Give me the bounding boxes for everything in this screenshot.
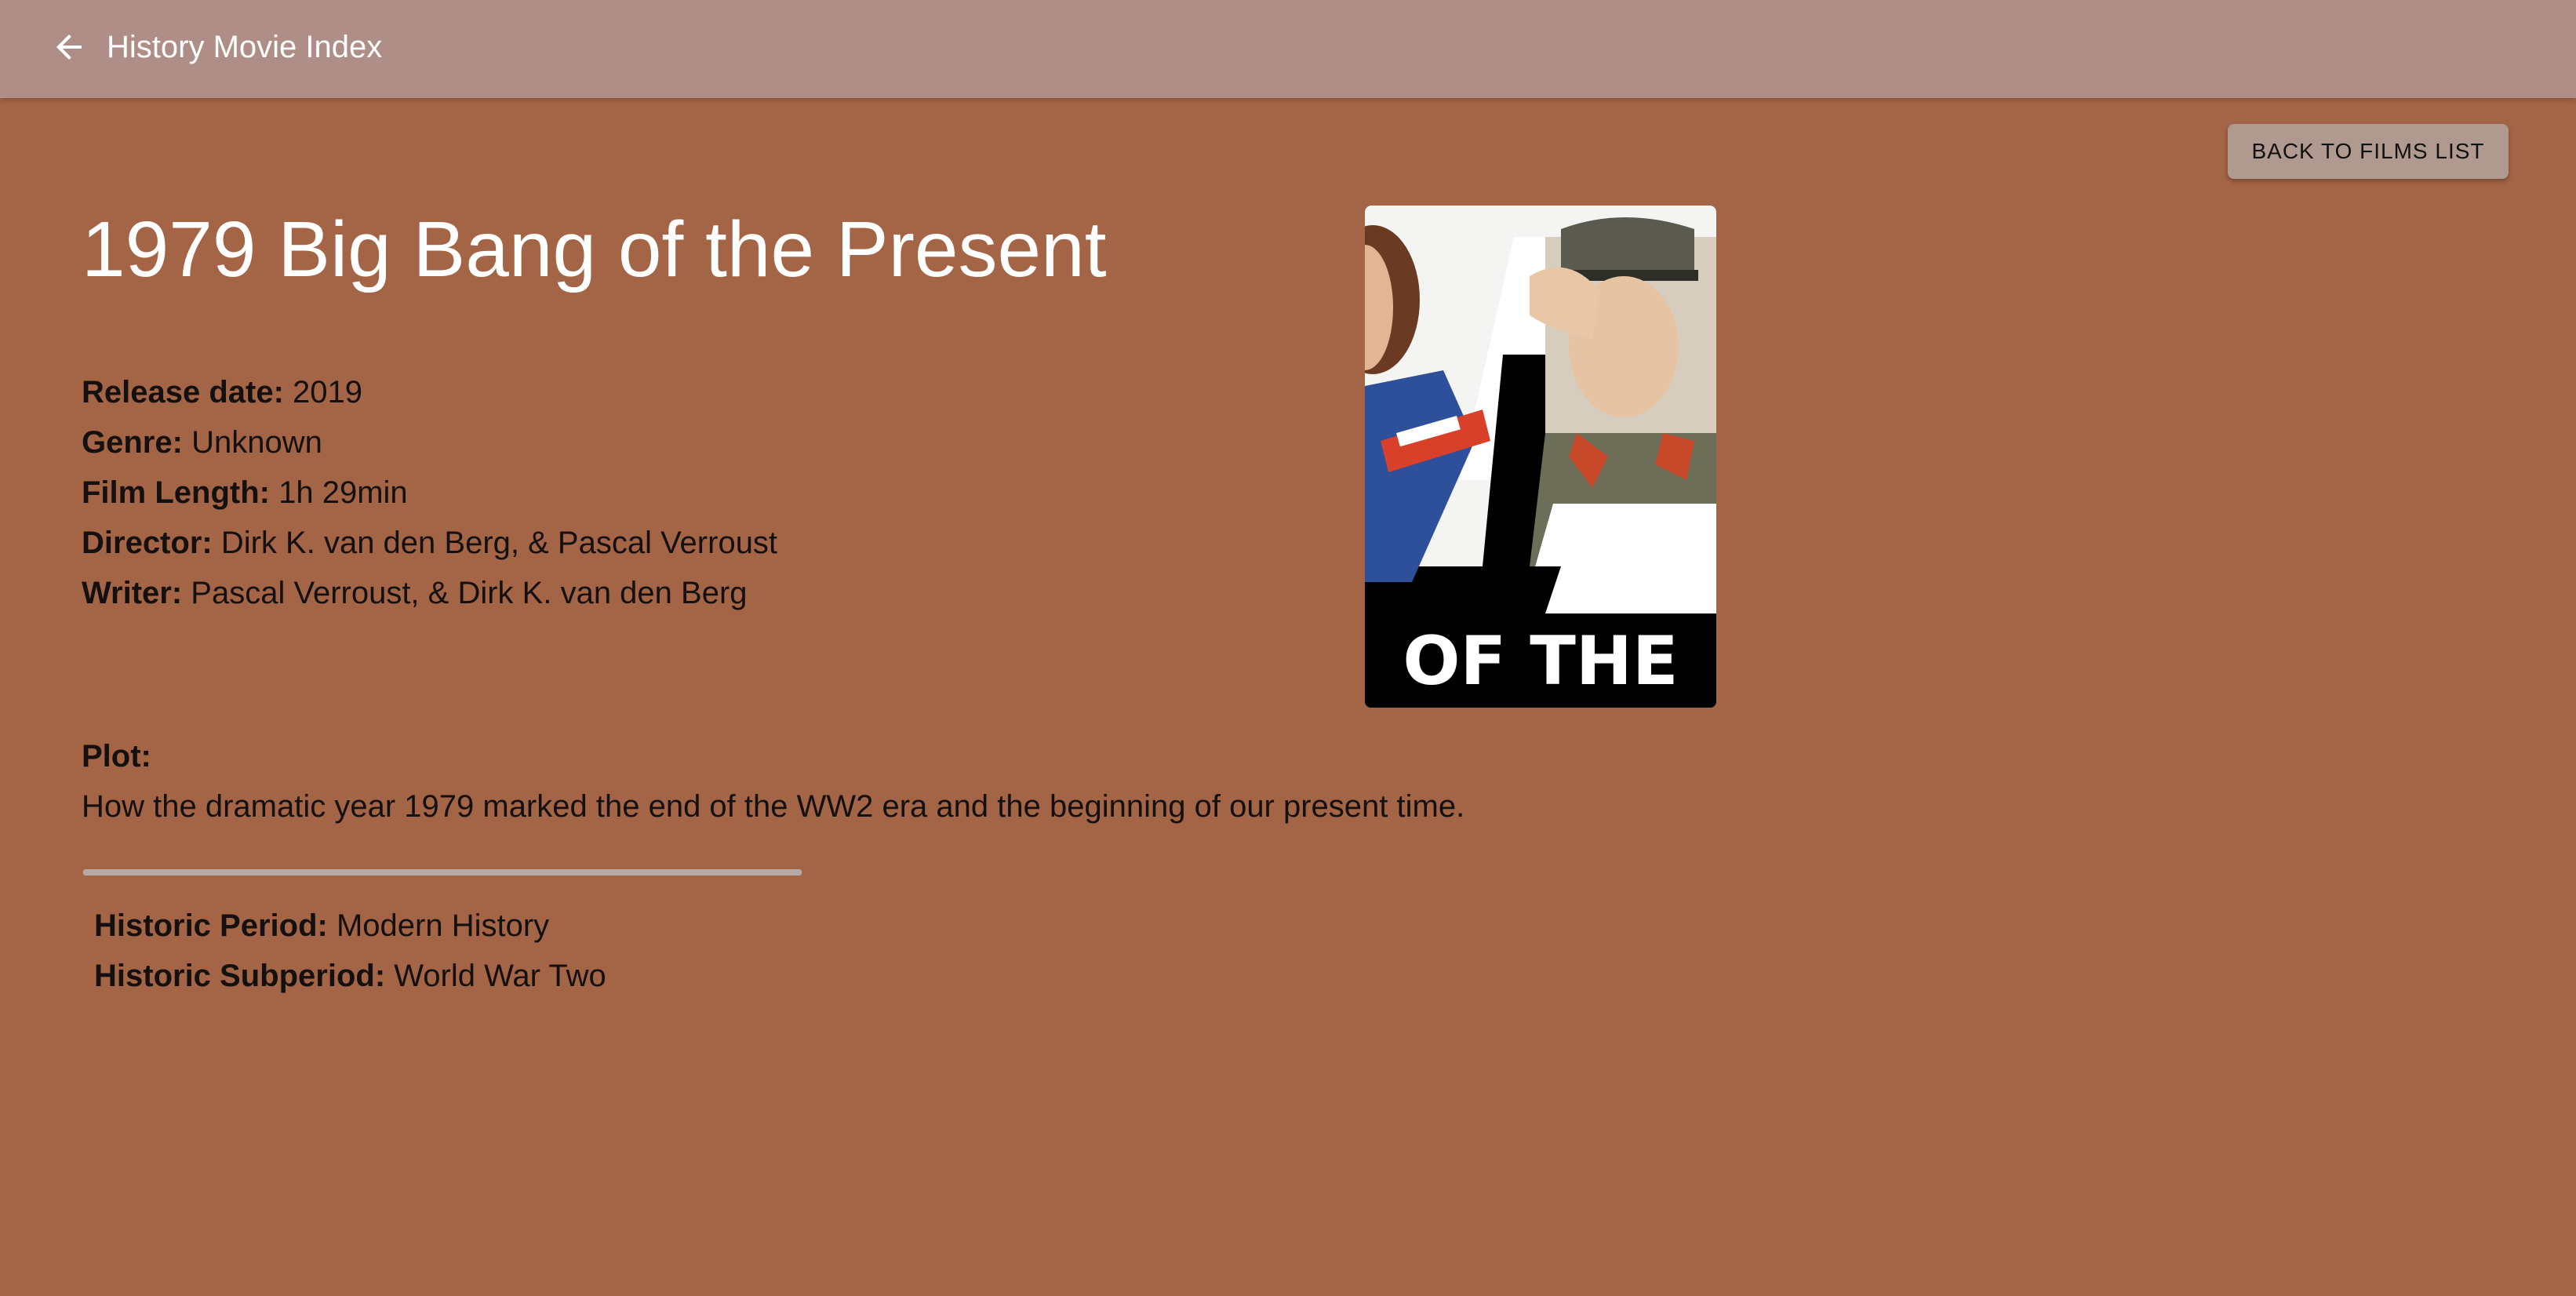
app-bar: History Movie Index bbox=[0, 0, 2576, 98]
writer-label: Writer: bbox=[82, 576, 183, 610]
historic-subperiod-value: World War Two bbox=[394, 959, 606, 993]
historic-subperiod-row: Historic Subperiod: World War Two bbox=[94, 951, 606, 1001]
writer-row: Writer: Pascal Verroust, & Dirk K. van d… bbox=[82, 568, 777, 618]
movie-title: 1979 Big Bang of the Present bbox=[82, 206, 1107, 293]
director-label: Director: bbox=[82, 526, 213, 560]
genre-value: Unknown bbox=[191, 425, 322, 460]
poster-image: OF THE bbox=[1365, 206, 1716, 708]
historic-subperiod-label: Historic Subperiod: bbox=[94, 959, 386, 993]
writer-value: Pascal Verroust, & Dirk K. van den Berg bbox=[191, 576, 748, 610]
historic-period-value: Modern History bbox=[336, 908, 550, 943]
app-title: History Movie Index bbox=[107, 30, 383, 64]
genre-label: Genre: bbox=[82, 425, 183, 460]
historic-periods: Historic Period: Modern History Historic… bbox=[94, 901, 606, 1001]
movie-poster: OF THE bbox=[1365, 206, 1716, 708]
genre-row: Genre: Unknown bbox=[82, 417, 777, 468]
film-length-value: 1h 29min bbox=[278, 475, 408, 510]
film-length-label: Film Length: bbox=[82, 475, 270, 510]
release-date-row: Release date: 2019 bbox=[82, 367, 777, 417]
back-to-films-list-button[interactable]: BACK TO FILMS LIST bbox=[2228, 124, 2509, 179]
release-date-label: Release date: bbox=[82, 375, 284, 410]
director-value: Dirk K. van den Berg, & Pascal Verroust bbox=[220, 526, 778, 560]
release-date-value: 2019 bbox=[293, 375, 363, 410]
director-row: Director: Dirk K. van den Berg, & Pascal… bbox=[82, 518, 777, 568]
historic-period-row: Historic Period: Modern History bbox=[94, 901, 606, 951]
plot-text: How the dramatic year 1979 marked the en… bbox=[82, 789, 1465, 824]
plot-section: Plot: How the dramatic year 1979 marked … bbox=[82, 731, 1464, 832]
poster-text: OF THE bbox=[1403, 622, 1678, 701]
movie-details: Release date: 2019 Genre: Unknown Film L… bbox=[82, 367, 777, 618]
arrow-left-icon[interactable] bbox=[50, 28, 88, 66]
section-divider bbox=[83, 869, 802, 876]
film-length-row: Film Length: 1h 29min bbox=[82, 468, 777, 518]
historic-period-label: Historic Period: bbox=[94, 908, 328, 943]
plot-label: Plot: bbox=[82, 739, 151, 774]
